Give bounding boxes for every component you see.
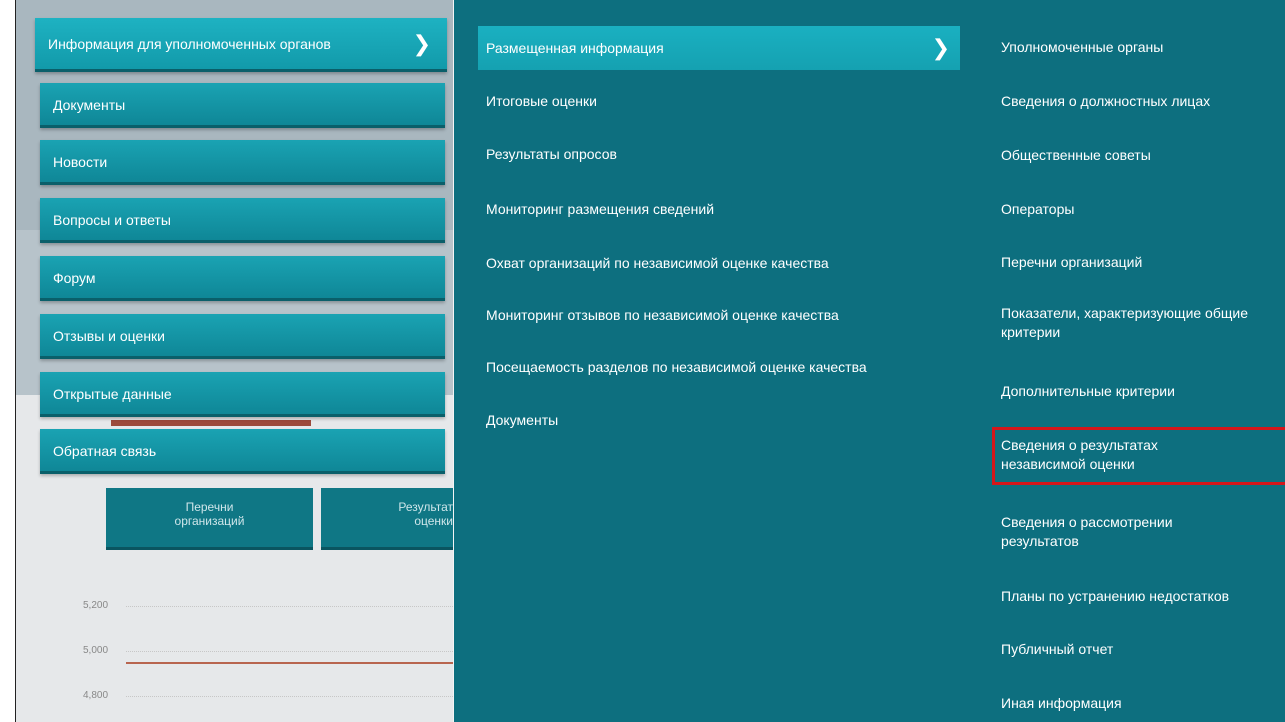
- chevron-right-icon: ❯: [412, 31, 431, 56]
- submenu-item-label: Размещенная информация: [486, 40, 664, 56]
- menu-item-independent-assessment-results[interactable]: Сведения о результатах независимой оценк…: [1001, 436, 1201, 474]
- submenu-item-survey-results[interactable]: Результаты опросов: [486, 146, 617, 162]
- submenu-item-posted-info[interactable]: Размещенная информация ❯: [478, 26, 960, 70]
- submenu-item-section-traffic[interactable]: Посещаемость разделов по независимой оце…: [486, 359, 867, 375]
- menu-item-label: Иная информация: [1001, 695, 1122, 711]
- menu-item-org-lists[interactable]: Перечни организаций: [1001, 253, 1285, 272]
- submenu-item-documents[interactable]: Документы: [486, 412, 558, 428]
- submenu-item-final-scores[interactable]: Итоговые оценки: [486, 93, 597, 109]
- bg-button-label: Результат оценки: [398, 500, 453, 528]
- background-band: [16, 230, 453, 395]
- menu-item-label: Перечни организаций: [1001, 254, 1143, 270]
- menu-item-label: Открытые данные: [53, 386, 172, 402]
- menu-item-public-councils[interactable]: Общественные советы: [1001, 146, 1285, 165]
- menu-item-deficiency-plans[interactable]: Планы по устранению недостатков: [1001, 587, 1285, 606]
- chart-series-line: [126, 662, 453, 664]
- menu-item-label: Дополнительные критерии: [1001, 383, 1175, 399]
- chart-tick-label: 4,800: [83, 690, 109, 701]
- menu-item-news[interactable]: Новости: [40, 140, 445, 185]
- menu-item-label: Информация для уполномоченных органов: [48, 36, 331, 52]
- submenu-item-monitoring-placement[interactable]: Мониторинг размещения сведений: [486, 201, 714, 217]
- background-accent-bar: [111, 420, 311, 426]
- menu-item-authorized-bodies[interactable]: Уполномоченные органы: [1001, 38, 1285, 57]
- menu-item-documents[interactable]: Документы: [40, 83, 445, 128]
- menu-item-label: Планы по устранению недостатков: [1001, 588, 1230, 604]
- menu-item-label: Общественные советы: [1001, 147, 1151, 163]
- menu-item-label: Отзывы и оценки: [53, 328, 165, 344]
- submenu-item-label: Охват организаций по независимой оценке …: [486, 255, 829, 271]
- menu-item-reviews[interactable]: Отзывы и оценки: [40, 314, 445, 359]
- menu-item-feedback[interactable]: Обратная связь: [40, 429, 445, 474]
- submenu-item-label: Итоговые оценки: [486, 93, 597, 109]
- submenu-item-label: Посещаемость разделов по независимой оце…: [486, 359, 867, 375]
- menu-item-label: Уполномоченные органы: [1001, 39, 1164, 55]
- submenu-item-label: Мониторинг отзывов по независимой оценке…: [486, 307, 839, 323]
- submenu-panel: Размещенная информация ❯ Итоговые оценки…: [454, 0, 1285, 722]
- menu-item-forum[interactable]: Форум: [40, 256, 445, 301]
- bg-button-results[interactable]: Результат оценки: [321, 488, 453, 550]
- bg-button-org-lists[interactable]: Перечни организаций: [106, 488, 313, 550]
- chart-gridline: [126, 696, 453, 697]
- menu-item-other-info[interactable]: Иная информация: [1001, 694, 1285, 713]
- menu-item-label: Сведения о результатах независимой оценк…: [1001, 437, 1158, 472]
- chart-gridline: [126, 606, 453, 607]
- submenu-item-reviews-monitoring[interactable]: Мониторинг отзывов по независимой оценке…: [486, 307, 839, 323]
- menu-item-officials-info[interactable]: Сведения о должностных лицах: [1001, 92, 1285, 111]
- submenu-item-label: Документы: [486, 412, 559, 428]
- chevron-right-icon: ❯: [931, 35, 950, 60]
- menu-item-label: Сведения о должностных лицах: [1001, 93, 1211, 109]
- menu-item-additional-criteria[interactable]: Дополнительные критерии: [1001, 382, 1285, 401]
- submenu-item-label: Результаты опросов: [486, 146, 617, 162]
- menu-item-open-data[interactable]: Открытые данные: [40, 372, 445, 417]
- submenu-item-coverage[interactable]: Охват организаций по независимой оценке …: [486, 255, 829, 271]
- menu-item-label: Операторы: [1001, 201, 1075, 217]
- menu-item-results-review[interactable]: Сведения о рассмотрении результатов: [1001, 513, 1231, 551]
- menu-item-label: Сведения о рассмотрении результатов: [1001, 514, 1173, 549]
- menu-item-faq[interactable]: Вопросы и ответы: [40, 198, 445, 243]
- submenu-item-label: Мониторинг размещения сведений: [486, 201, 715, 217]
- menu-item-label: Показатели, характеризующие общие критер…: [1001, 305, 1248, 340]
- menu-item-general-criteria[interactable]: Показатели, характеризующие общие критер…: [1001, 304, 1261, 342]
- menu-item-label: Новости: [53, 154, 108, 170]
- bg-button-label: Перечни организаций: [174, 500, 245, 528]
- chart-tick-label: 5,000: [83, 645, 109, 656]
- menu-item-label: Публичный отчет: [1001, 641, 1114, 657]
- menu-item-public-report[interactable]: Публичный отчет: [1001, 640, 1285, 659]
- menu-item-authorized-bodies-info[interactable]: Информация для уполномоченных органов ❯: [35, 18, 447, 72]
- menu-item-label: Вопросы и ответы: [53, 212, 171, 228]
- menu-item-operators[interactable]: Операторы: [1001, 200, 1285, 219]
- chart-tick-label: 5,200: [83, 600, 109, 611]
- chart-gridline: [126, 651, 453, 652]
- menu-item-label: Обратная связь: [53, 443, 157, 459]
- menu-item-label: Форум: [53, 270, 96, 286]
- menu-item-label: Документы: [53, 97, 126, 113]
